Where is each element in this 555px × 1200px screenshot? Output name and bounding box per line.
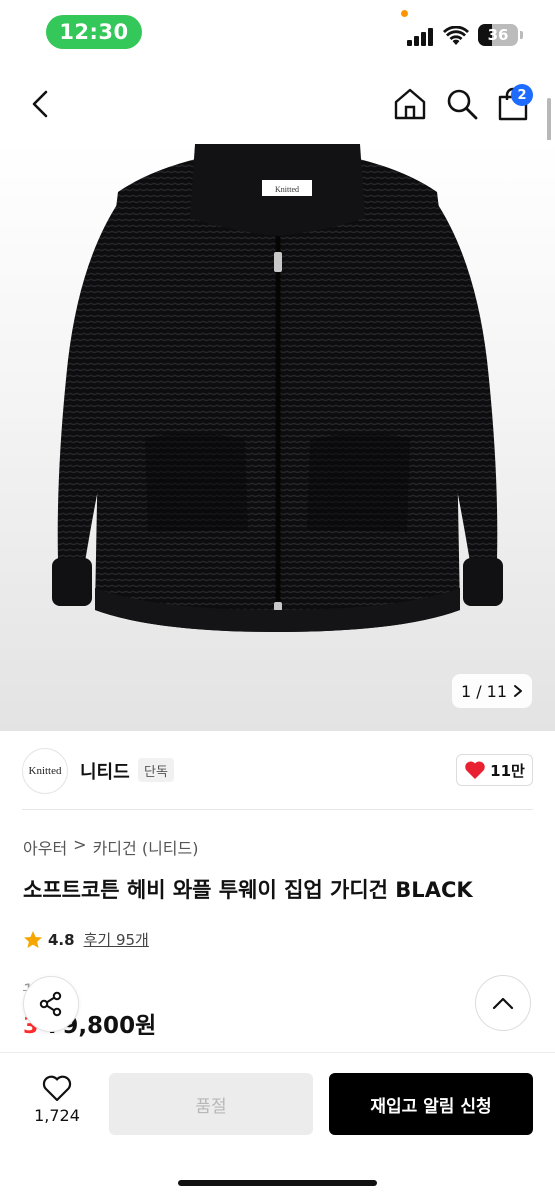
brand-like-count: 11만 <box>490 761 525 780</box>
cart-count-badge: 2 <box>511 84 533 106</box>
brand-row: Knitted 니티드 단독 11만 <box>0 731 555 811</box>
image-pager[interactable]: 1 / 11 <box>452 674 532 708</box>
battery-cap <box>520 31 523 39</box>
status-bar: 12:30 36 <box>0 0 555 66</box>
rating-value: 4.8 <box>48 930 75 949</box>
brand-logo[interactable]: Knitted <box>22 748 68 794</box>
restock-notify-button[interactable]: 재입고 알림 신청 <box>329 1073 533 1135</box>
chevron-up-icon <box>492 997 514 1010</box>
share-icon <box>39 991 62 1017</box>
status-time: 12:30 <box>46 15 142 49</box>
bottom-action-bar: 1,724 품절 재입고 알림 신청 <box>0 1052 555 1200</box>
battery-icon: 36 <box>478 24 518 46</box>
product-image[interactable]: Knitted <box>0 140 555 731</box>
section-divider <box>22 809 533 810</box>
breadcrumb-outer[interactable]: 아우터 <box>23 835 67 859</box>
star-icon <box>24 930 42 948</box>
privacy-indicator-dot <box>401 10 408 17</box>
brand-name[interactable]: 니티드 <box>80 758 130 784</box>
brand-like-button[interactable]: 11만 <box>456 754 533 786</box>
cellular-signal-icon <box>407 28 435 46</box>
review-count-link[interactable]: 후기 95개 <box>84 929 149 950</box>
scroll-to-top-button[interactable] <box>475 975 531 1031</box>
cardigan-photo: Knitted <box>52 144 503 632</box>
soldout-button[interactable]: 품절 <box>109 1073 313 1135</box>
image-counter-text: 1 / 11 <box>460 681 508 701</box>
category-breadcrumb: 아우터 > 카디건 (니티드) <box>23 835 198 859</box>
heart-outline-icon <box>42 1075 72 1102</box>
chevron-right-icon <box>514 685 523 697</box>
breadcrumb-cardigan[interactable]: 카디건 (니티드) <box>93 835 199 859</box>
wishlist-count: 1,724 <box>34 1106 80 1125</box>
knitted-label: Knitted <box>275 185 299 194</box>
breadcrumb-separator: > <box>73 835 87 854</box>
rating-row: 4.8 후기 95개 <box>23 929 149 950</box>
home-indicator <box>178 1180 377 1186</box>
back-button[interactable] <box>22 86 58 122</box>
home-icon[interactable] <box>392 86 428 122</box>
battery-percent: 36 <box>487 26 509 44</box>
wifi-icon <box>443 26 469 45</box>
top-navigation <box>0 66 555 142</box>
wishlist-button[interactable]: 1,724 <box>22 1075 92 1125</box>
search-icon[interactable] <box>444 86 480 122</box>
product-title: 소프트코튼 헤비 와플 투웨이 집업 가디건 BLACK <box>23 878 473 902</box>
heart-filled-icon <box>465 761 485 779</box>
exclusive-badge: 단독 <box>138 758 174 782</box>
share-button[interactable] <box>23 976 79 1032</box>
